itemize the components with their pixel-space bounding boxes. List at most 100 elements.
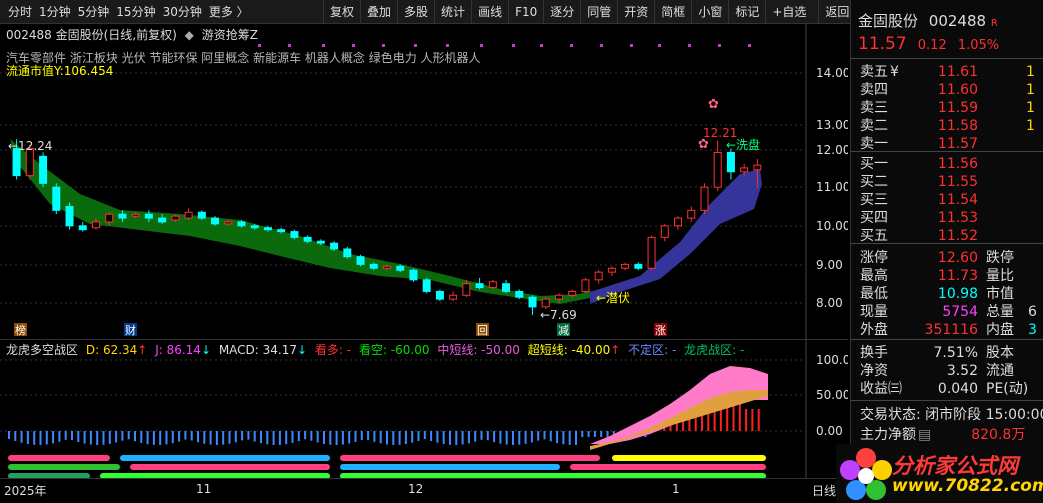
period-more[interactable]: 更多 〉: [209, 3, 249, 20]
signal-segment: [130, 464, 330, 470]
date-label: 12: [408, 482, 424, 496]
indicator-bar: [398, 431, 401, 445]
indicator-bar: [33, 431, 36, 445]
indicator-bar: [297, 431, 300, 442]
trade-state: 交易状态: 闭市阶段 15:00:00: [860, 407, 1043, 423]
period-1min[interactable]: 1分钟: [39, 3, 71, 20]
net-flow: 主力净额 ▤ 820.8万: [860, 427, 1026, 443]
kline-chart[interactable]: ←12.24 ←7.69 12.21 ←洗盘 ←潜伏 ✿ ✿ 14.00 13.…: [0, 24, 848, 479]
indicator-bar: [423, 431, 426, 440]
indicator-bar: [215, 431, 218, 445]
bid-row: 买二 11.55: [860, 174, 978, 190]
indicator-bar: [108, 431, 111, 444]
butterfly-icon: ✿: [708, 97, 719, 112]
date-label: 11: [196, 482, 212, 496]
f10-button[interactable]: F10: [508, 0, 543, 24]
multi-stock-button[interactable]: 多股: [397, 0, 434, 24]
candle-body: [39, 155, 48, 184]
date-axis: 2025年 11 12 1 日线: [0, 478, 848, 503]
stock-code-name: 002488 金固股份(日线,前复权): [6, 28, 177, 42]
indicator-bar: [146, 431, 149, 445]
same-pipe-button[interactable]: 同管: [580, 0, 617, 24]
open-fund-button[interactable]: 开资: [617, 0, 654, 24]
candle-body: [197, 211, 206, 219]
indicator-bar: [562, 431, 565, 445]
logo-url: www.70822.com: [892, 476, 1043, 496]
price-tick: 9.00: [816, 258, 843, 272]
function-buttons: 复权 叠加 多股 统计 画线 F10 逐分 同管 开资 简框 小窗 标记 +自选…: [323, 0, 855, 24]
indicator-bar: [127, 431, 130, 440]
restore-rights-button[interactable]: 复权: [323, 0, 360, 24]
formula-name[interactable]: 游资抢筹Z: [202, 28, 258, 42]
butterfly-icon-2: ✿: [698, 137, 709, 152]
indicator-bar: [593, 431, 596, 437]
ind-tick: 100.0: [816, 353, 848, 367]
fin-row: 净资 3.52 流通: [860, 363, 1014, 379]
price-tick: 13.00: [816, 118, 848, 132]
indicator-bar: [751, 409, 754, 431]
indicator-bar: [392, 431, 395, 445]
small-window-button[interactable]: 小窗: [691, 0, 728, 24]
candle-body: [488, 281, 497, 289]
indicator-bar: [430, 431, 433, 442]
indicator-bar: [26, 431, 29, 445]
period-30min[interactable]: 30分钟: [163, 3, 202, 20]
indicator-bar: [461, 431, 464, 445]
ind-macd: MACD: 34.17: [218, 343, 298, 357]
quote-change: 0.12: [917, 38, 947, 53]
candle-body: [462, 283, 471, 296]
chart-header: 002488 金固股份(日线,前复权) ◆ 游资抢筹Z: [6, 26, 258, 43]
ask-row: 卖五 ¥11.61 1: [860, 64, 1035, 80]
candle-body: [554, 294, 563, 300]
mark-button[interactable]: 标记: [728, 0, 765, 24]
indicator-bar: [83, 431, 86, 444]
date-label: 2025年: [4, 484, 47, 498]
indicator-header: 龙虎多空战区 D: 62.34↑ J: 86.14↓ MACD: 34.17↓ …: [6, 341, 748, 358]
indicator-bar: [379, 431, 382, 444]
period-15min[interactable]: 15分钟: [116, 3, 155, 20]
indicator-bar: [436, 431, 439, 443]
indicator-bar: [272, 431, 275, 445]
event-badges: 榜 财 回 减 涨: [14, 323, 667, 337]
add-watchlist-button[interactable]: +自选: [765, 0, 812, 24]
bid-row: 买四 11.53: [860, 210, 978, 226]
candle-body: [78, 225, 87, 231]
quote-change-pct: 1.05%: [957, 38, 1000, 53]
candle-body: [369, 263, 378, 269]
candle-body: [647, 236, 656, 269]
overlay-button[interactable]: 叠加: [360, 0, 397, 24]
indicator-bar: [568, 431, 571, 445]
period-5min[interactable]: 5分钟: [78, 3, 110, 20]
simple-frame-button[interactable]: 简框: [654, 0, 691, 24]
quote-stock-code: 002488: [928, 12, 987, 30]
indicator-bar: [587, 431, 590, 437]
signal-segment: [570, 464, 766, 470]
candle-body: [594, 271, 603, 281]
pink-area: [590, 366, 768, 444]
candle-body: [409, 269, 418, 281]
indicator-bar: [310, 431, 313, 441]
signal-segment: [612, 455, 766, 461]
period-intraday[interactable]: 分时: [8, 3, 32, 20]
indicator-bar: [329, 431, 332, 445]
price-axis: 14.00 13.00 12.00 11.00 10.00 9.00 8.00: [816, 66, 848, 310]
candle-body: [713, 151, 722, 188]
ind-super: 超短线: -40.00: [527, 343, 611, 357]
candle-body: [303, 236, 312, 242]
statistics-button[interactable]: 统计: [434, 0, 471, 24]
ind-tick: 50.00: [816, 388, 848, 402]
candle-body: [568, 290, 577, 296]
tick-button[interactable]: 逐分: [543, 0, 580, 24]
candle-body: [621, 263, 630, 269]
indicator-bar: [89, 431, 92, 445]
wash-label: ←洗盘: [726, 137, 760, 152]
indicator-bar: [499, 431, 502, 444]
quote-stock-name: 金固股份: [858, 12, 919, 30]
indicator-bar: [323, 431, 325, 444]
badge-reduce: 减: [558, 324, 569, 337]
draw-line-button[interactable]: 画线: [471, 0, 508, 24]
fin-row: 换手 7.51% 股本: [860, 345, 1014, 361]
price-tick: 8.00: [816, 296, 843, 310]
candle-body: [541, 298, 550, 308]
ask-row: 卖二 11.58 1: [860, 118, 1035, 134]
